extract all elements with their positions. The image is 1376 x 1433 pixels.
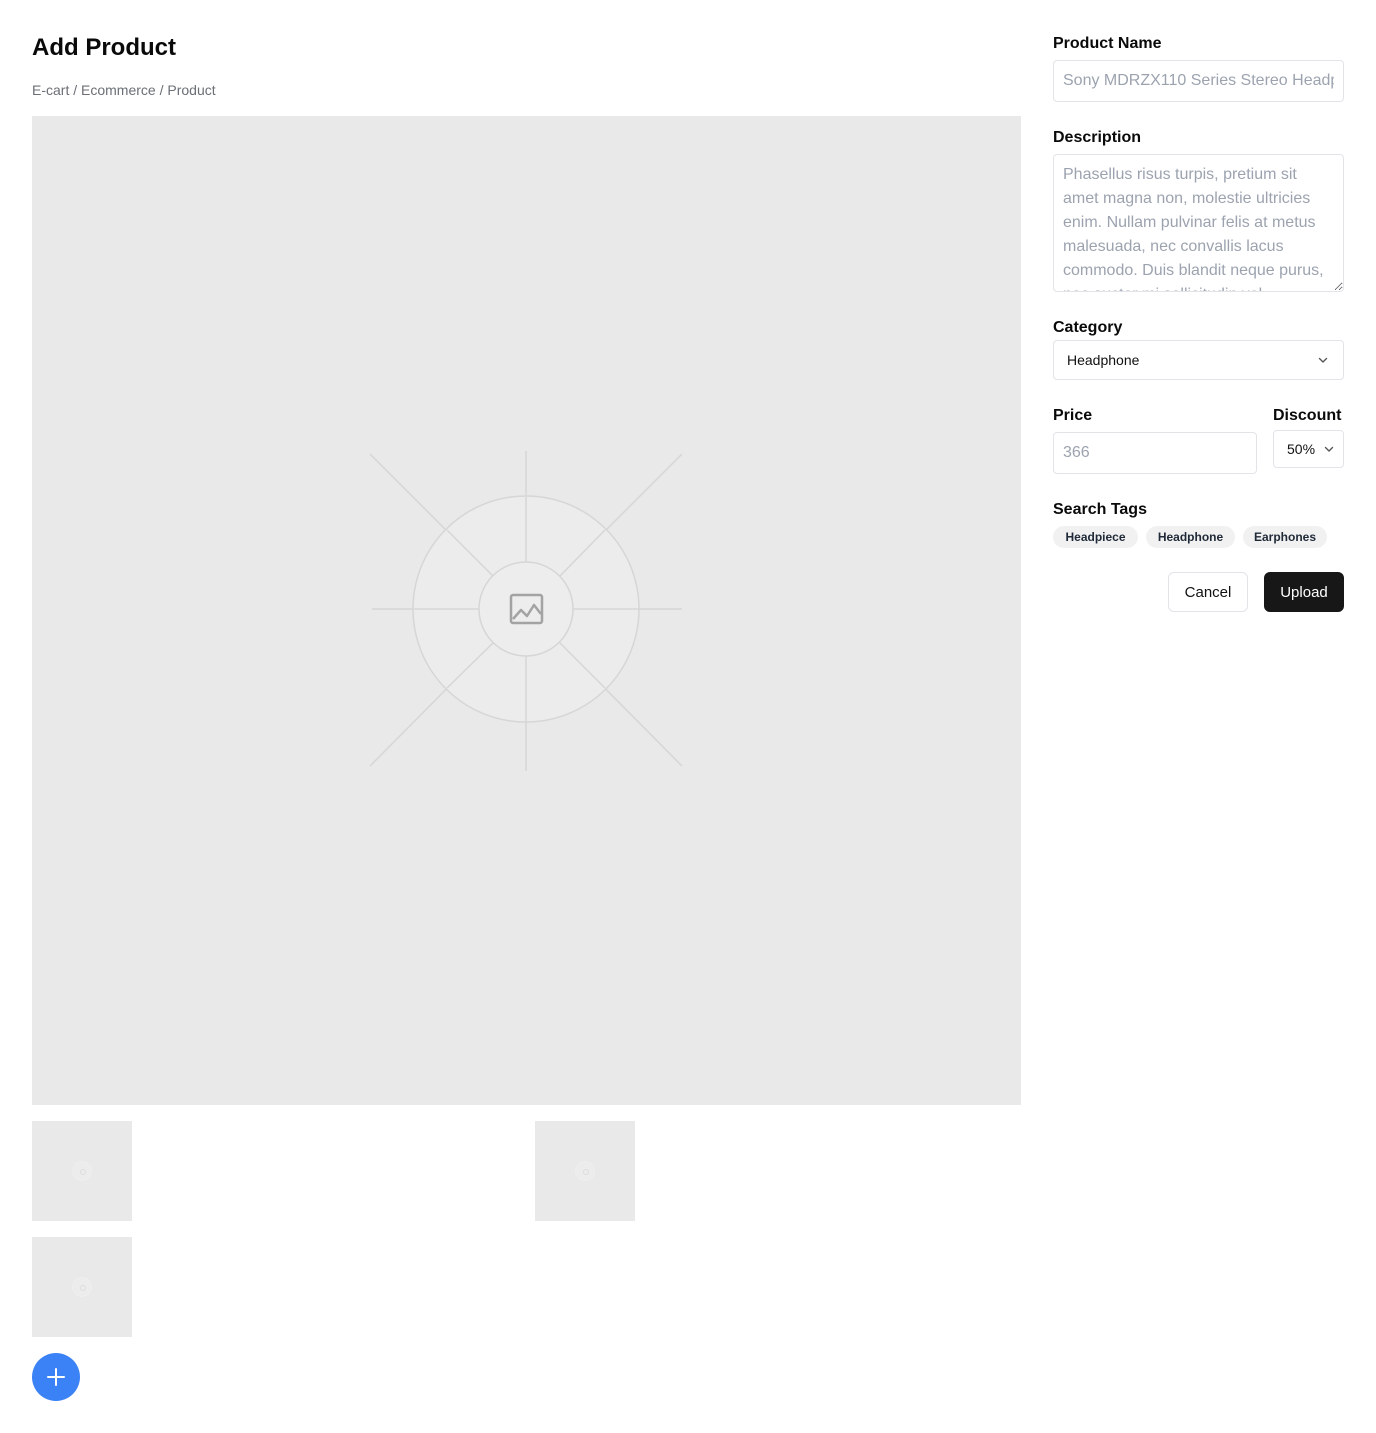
thumbnail-2[interactable] xyxy=(535,1121,635,1221)
category-value: Headphone xyxy=(1067,352,1140,368)
thumbnail-3[interactable] xyxy=(32,1237,132,1337)
discount-select[interactable]: 50% xyxy=(1273,430,1344,468)
main-product-image[interactable] xyxy=(32,116,1021,1105)
tag-earphones[interactable]: Earphones xyxy=(1243,526,1327,548)
product-name-label: Product Name xyxy=(1053,35,1162,52)
image-placeholder-icon xyxy=(72,1161,92,1181)
chevron-down-icon xyxy=(1318,357,1328,363)
breadcrumb-item-ecommerce[interactable]: Ecommerce xyxy=(81,82,156,98)
search-tags-label: Search Tags xyxy=(1053,501,1147,518)
description-label: Description xyxy=(1053,129,1142,146)
cancel-button[interactable]: Cancel xyxy=(1168,572,1248,612)
breadcrumb-separator: / xyxy=(69,82,82,98)
add-image-button[interactable] xyxy=(32,1353,80,1401)
image-placeholder-icon xyxy=(575,1161,595,1181)
breadcrumb: E-cart / Ecommerce / Product xyxy=(32,80,216,100)
category-select[interactable]: Headphone xyxy=(1053,340,1344,380)
discount-value: 50% xyxy=(1287,441,1316,457)
tag-headpiece[interactable]: Headpiece xyxy=(1053,526,1138,548)
description-textarea[interactable] xyxy=(1053,154,1344,292)
breadcrumb-item-product: Product xyxy=(167,82,216,98)
image-placeholder-icon xyxy=(369,451,683,771)
tag-headphone[interactable]: Headphone xyxy=(1146,526,1235,548)
page-title: Add Product xyxy=(32,34,176,61)
upload-button[interactable]: Upload xyxy=(1264,572,1344,612)
breadcrumb-item-ecart[interactable]: E-cart xyxy=(32,82,69,98)
category-label: Category xyxy=(1053,319,1123,336)
plus-icon xyxy=(47,1368,65,1386)
image-placeholder-icon xyxy=(72,1277,92,1297)
chevron-down-icon xyxy=(1324,446,1334,452)
price-label: Price xyxy=(1053,407,1093,424)
thumbnail-1[interactable] xyxy=(32,1121,132,1221)
discount-label: Discount xyxy=(1273,407,1342,424)
product-name-input[interactable] xyxy=(1053,60,1344,102)
breadcrumb-separator: / xyxy=(155,82,168,98)
price-input[interactable] xyxy=(1053,432,1257,474)
